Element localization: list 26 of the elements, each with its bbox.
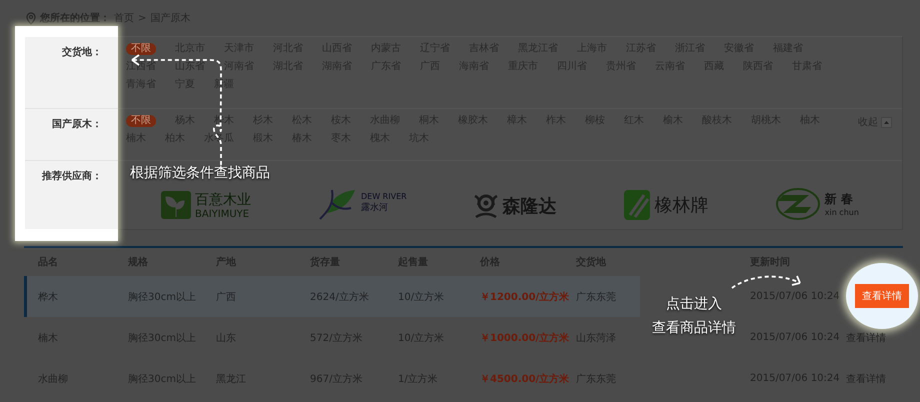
- annotation-text: 根据筛选条件查找商品: [130, 164, 270, 182]
- caret-icon: [881, 116, 892, 128]
- table-cell-text: ￥1000.00/立方米: [480, 331, 570, 344]
- leaf-logo-icon: [161, 189, 191, 221]
- ring-logo-icon: [774, 187, 821, 221]
- logo-text: xin chun: [824, 208, 859, 217]
- location-pin-icon: [26, 12, 36, 24]
- filter-label: 推荐供应商：: [42, 169, 102, 184]
- logo-text: 新 春: [824, 191, 853, 208]
- logo-text: 百意木业: [195, 190, 251, 208]
- annotation-text: 点击进入 查看商品详情: [652, 295, 736, 338]
- logo-text: 露水河: [361, 202, 388, 214]
- filter-tag[interactable]: 不限: [126, 115, 156, 127]
- table-cell-text: ￥1200.00/立方米: [480, 290, 570, 304]
- square-logo-icon: [622, 189, 651, 221]
- logo-text: DEW RIVER: [361, 192, 407, 201]
- table-cell-text: ￥4500.00/立方米: [480, 372, 570, 386]
- filter-label: 国产原木：: [52, 118, 102, 132]
- view-details-button[interactable]: 查看详情: [855, 284, 909, 308]
- logo-text: 森隆达: [502, 195, 557, 218]
- breadcrumb-separator: >: [138, 12, 146, 24]
- dashed-arrow: [732, 275, 801, 289]
- logo-text: 橡林牌: [654, 194, 709, 217]
- filter-label: 交货地：: [62, 45, 102, 60]
- filter-tag[interactable]: 不限: [126, 43, 156, 55]
- logo-text: BAIYIMUYE: [195, 208, 250, 220]
